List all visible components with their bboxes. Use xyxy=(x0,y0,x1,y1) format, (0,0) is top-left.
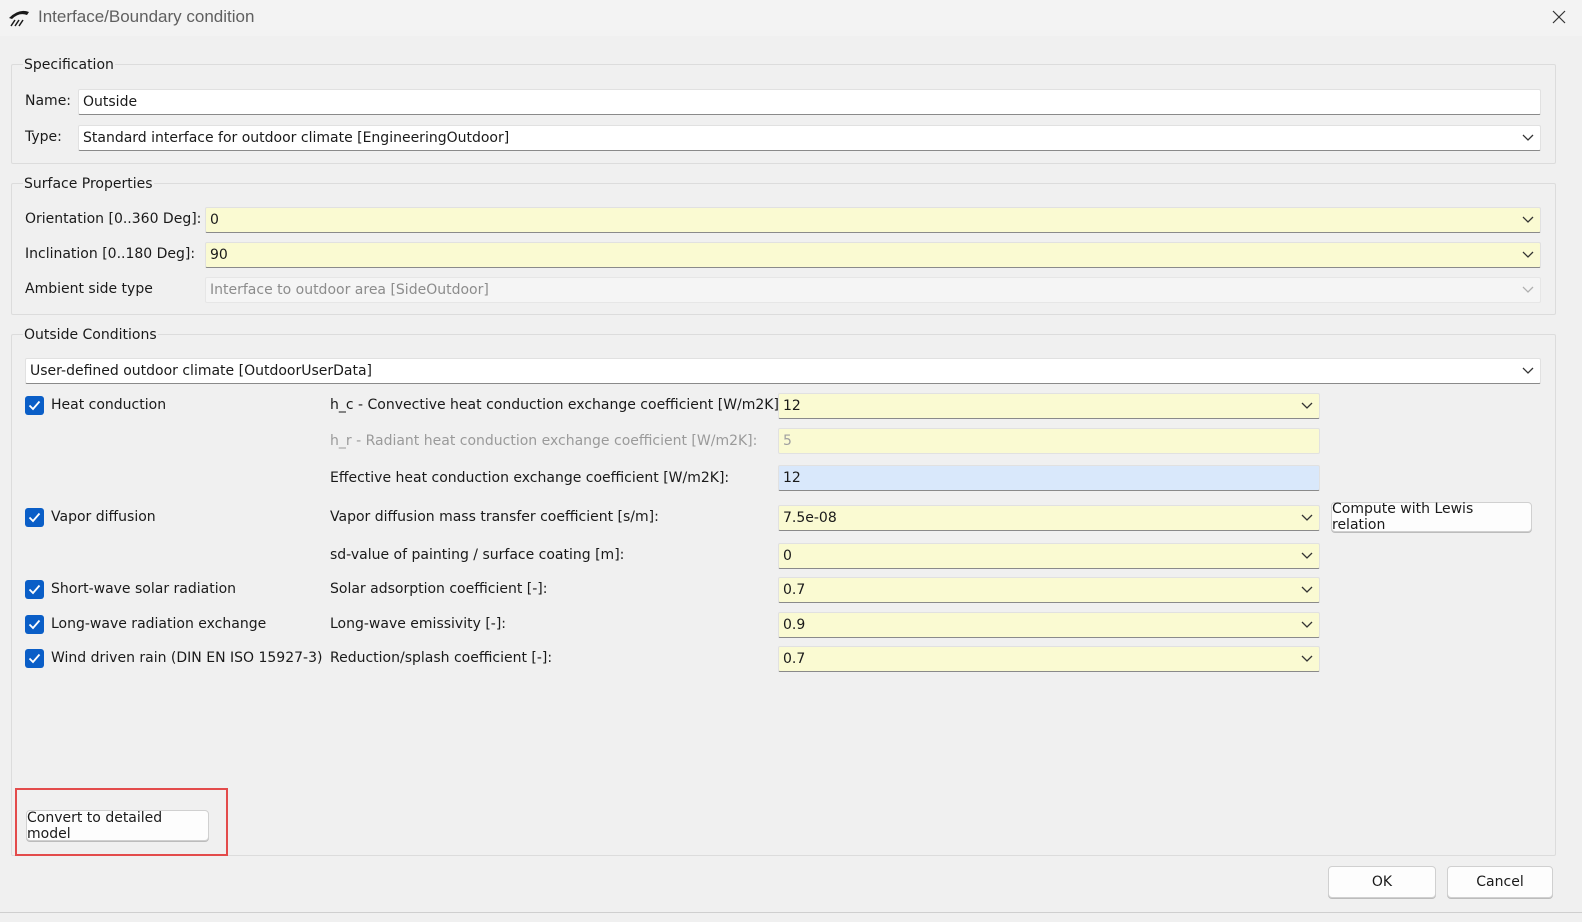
effective-coefficient-value: 12 xyxy=(783,470,801,486)
splash-coefficient-combo[interactable]: 0.7 xyxy=(778,646,1320,672)
vapor-diffusion-label: Vapor diffusion xyxy=(51,509,156,525)
convert-detailed-model-button[interactable]: Convert to detailed model xyxy=(26,809,209,842)
app-logo-icon xyxy=(9,10,29,27)
checkmark-icon xyxy=(28,653,41,664)
checkmark-icon xyxy=(28,584,41,595)
shortwave-checkbox[interactable] xyxy=(25,580,44,599)
hc-label: h_c - Convective heat conduction exchang… xyxy=(330,397,784,413)
hr-value: 5 xyxy=(783,433,792,449)
longwave-label: Long-wave radiation exchange xyxy=(51,616,267,632)
window-title: Interface/Boundary condition xyxy=(38,7,255,26)
vapor-mass-label: Vapor diffusion mass transfer coefficien… xyxy=(330,509,659,525)
chevron-down-icon xyxy=(1301,402,1313,409)
splash-coefficient-label: Reduction/splash coefficient [-]: xyxy=(330,650,553,666)
wind-rain-checkbox[interactable] xyxy=(25,649,44,668)
orientation-value: 0 xyxy=(210,212,219,228)
effective-coefficient-input[interactable]: 12 xyxy=(778,465,1320,491)
sd-value-label: sd-value of painting / surface coating [… xyxy=(330,547,625,563)
name-input[interactable]: Outside xyxy=(78,89,1541,115)
compute-lewis-label: Compute with Lewis relation xyxy=(1332,501,1474,533)
splash-coefficient-value: 0.7 xyxy=(783,651,806,667)
outside-conditions-title: Outside Conditions xyxy=(23,327,158,343)
surface-properties-title: Surface Properties xyxy=(23,176,154,192)
title-bar: Interface/Boundary condition xyxy=(0,0,1582,36)
inclination-value: 90 xyxy=(210,247,228,263)
type-value: Standard interface for outdoor climate [… xyxy=(83,130,510,146)
chevron-down-icon xyxy=(1522,251,1534,258)
name-value: Outside xyxy=(83,94,138,110)
chevron-down-icon xyxy=(1301,552,1313,559)
ambient-side-label: Ambient side type xyxy=(25,281,153,297)
hr-input[interactable]: 5 xyxy=(778,428,1320,454)
name-label: Name: xyxy=(25,93,72,109)
checkmark-icon xyxy=(28,400,41,411)
chevron-down-icon xyxy=(1301,655,1313,662)
ok-button[interactable]: OK xyxy=(1328,866,1436,898)
type-select[interactable]: Standard interface for outdoor climate [… xyxy=(78,125,1541,151)
vapor-mass-combo[interactable]: 7.5e-08 xyxy=(778,505,1320,531)
heat-conduction-checkbox[interactable] xyxy=(25,396,44,415)
wind-rain-label: Wind driven rain (DIN EN ISO 15927-3) xyxy=(51,650,323,666)
solar-adsorption-value: 0.7 xyxy=(783,582,806,598)
checkmark-icon xyxy=(28,512,41,523)
orientation-label: Orientation [0..360 Deg]: xyxy=(25,211,202,227)
chevron-down-icon xyxy=(1522,216,1534,223)
climate-select[interactable]: User-defined outdoor climate [OutdoorUse… xyxy=(25,358,1541,384)
chevron-down-icon xyxy=(1522,286,1534,293)
hc-value: 12 xyxy=(783,398,801,414)
sd-value-combo[interactable]: 0 xyxy=(778,543,1320,569)
ok-label: OK xyxy=(1371,874,1393,890)
longwave-checkbox[interactable] xyxy=(25,615,44,634)
convert-label: Convert to detailed model xyxy=(27,809,163,842)
ambient-side-value: Interface to outdoor area [SideOutdoor] xyxy=(210,282,489,298)
close-icon xyxy=(1552,10,1566,24)
specification-title: Specification xyxy=(23,57,115,73)
solar-adsorption-combo[interactable]: 0.7 xyxy=(778,577,1320,603)
vapor-diffusion-checkbox[interactable] xyxy=(25,508,44,527)
ambient-side-select[interactable]: Interface to outdoor area [SideOutdoor] xyxy=(205,277,1541,303)
checkmark-icon xyxy=(28,619,41,630)
effective-coefficient-label: Effective heat conduction exchange coeff… xyxy=(330,470,730,486)
heat-conduction-label: Heat conduction xyxy=(51,397,167,413)
type-label: Type: xyxy=(25,129,62,145)
chevron-down-icon xyxy=(1522,134,1534,141)
solar-adsorption-label: Solar adsorption coefficient [-]: xyxy=(330,581,548,597)
climate-value: User-defined outdoor climate [OutdoorUse… xyxy=(30,363,373,379)
inclination-combo[interactable]: 90 xyxy=(205,242,1541,268)
emissivity-label: Long-wave emissivity [-]: xyxy=(330,616,507,632)
emissivity-combo[interactable]: 0.9 xyxy=(778,612,1320,638)
compute-lewis-button[interactable]: Compute with Lewis relation xyxy=(1331,501,1532,533)
chevron-down-icon xyxy=(1301,514,1313,521)
vapor-mass-value: 7.5e-08 xyxy=(783,510,837,526)
shortwave-label: Short-wave solar radiation xyxy=(51,581,237,597)
chevron-down-icon xyxy=(1522,367,1534,374)
cancel-label: Cancel xyxy=(1476,874,1524,890)
chevron-down-icon xyxy=(1301,586,1313,593)
inclination-label: Inclination [0..180 Deg]: xyxy=(25,246,196,262)
cancel-button[interactable]: Cancel xyxy=(1447,866,1553,898)
hr-label: h_r - Radiant heat conduction exchange c… xyxy=(330,433,758,449)
close-button[interactable] xyxy=(1536,0,1582,34)
sd-value: 0 xyxy=(783,548,792,564)
hc-combo[interactable]: 12 xyxy=(778,393,1320,419)
window-bottom-border xyxy=(0,912,1582,913)
chevron-down-icon xyxy=(1301,621,1313,628)
emissivity-value: 0.9 xyxy=(783,617,806,633)
orientation-combo[interactable]: 0 xyxy=(205,207,1541,233)
